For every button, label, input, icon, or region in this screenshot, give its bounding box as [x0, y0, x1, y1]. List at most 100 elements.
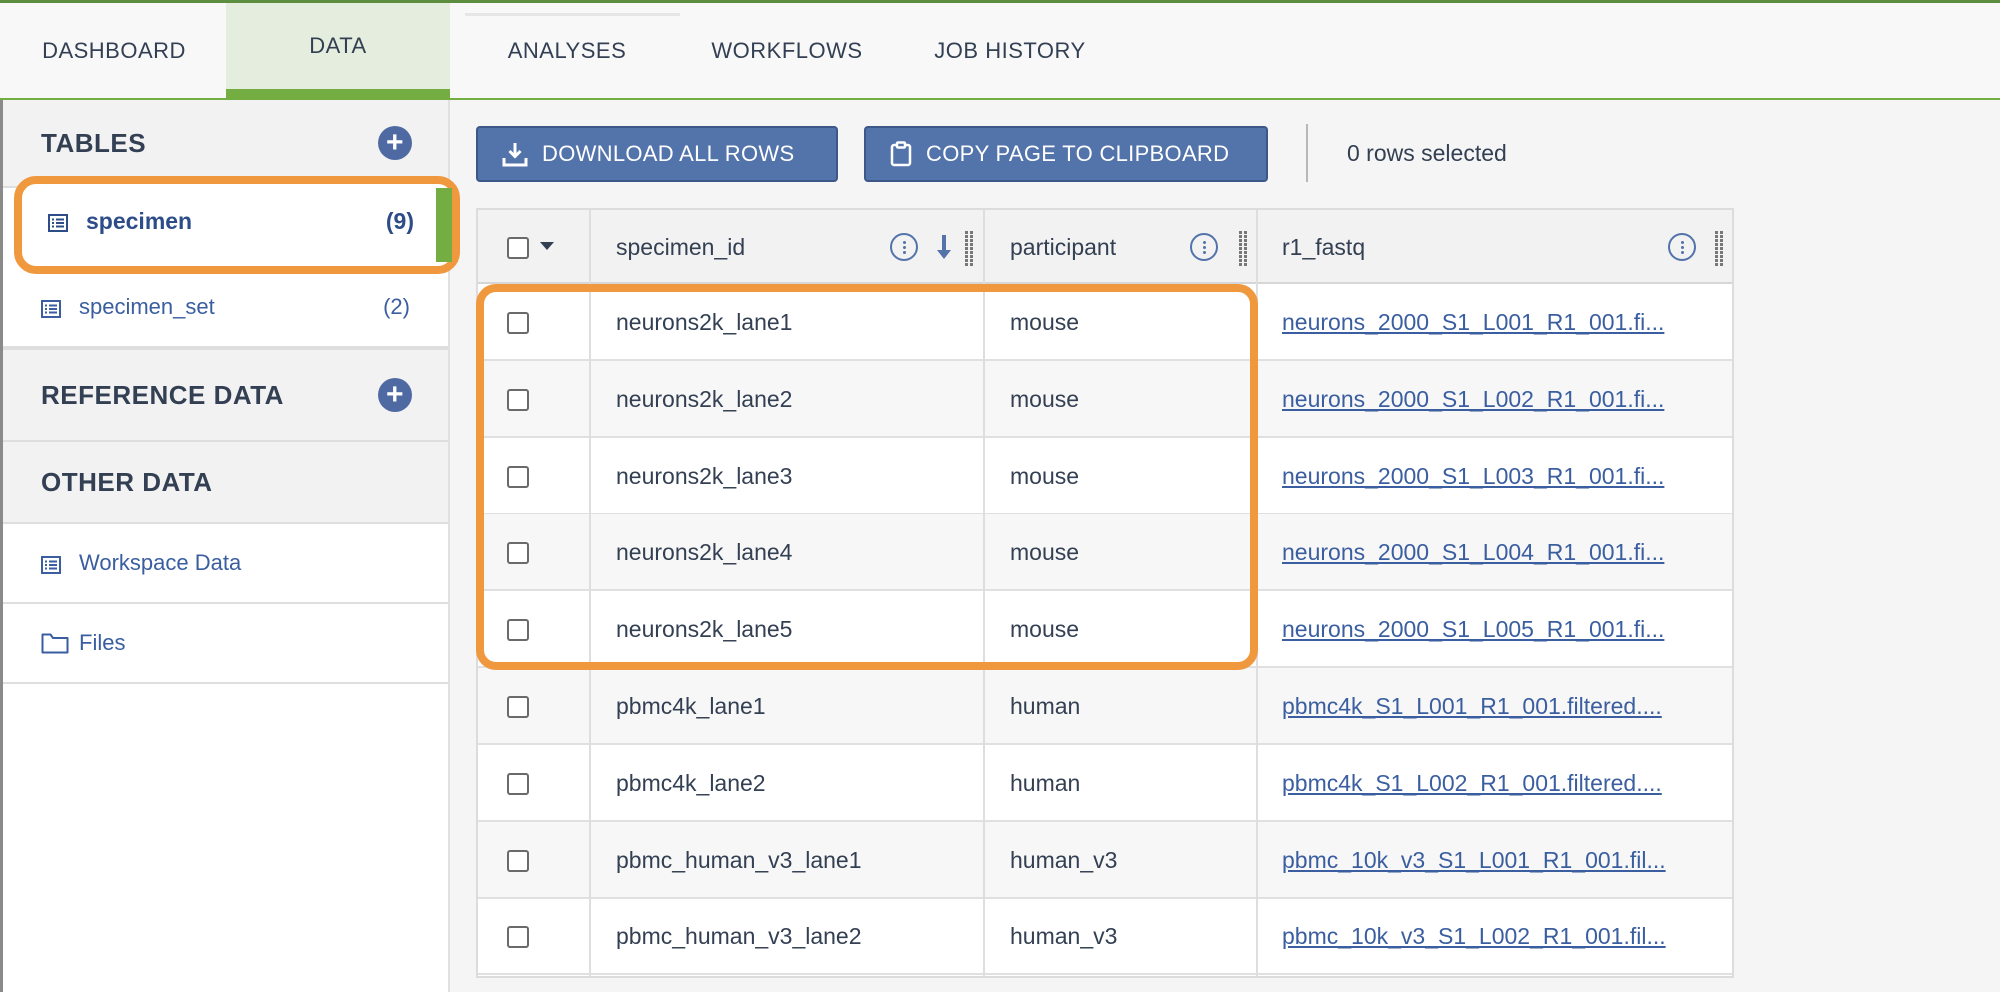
sidebar-item-workspace-data[interactable]: Workspace Data — [3, 524, 448, 604]
download-label: DOWNLOAD ALL ROWS — [542, 141, 795, 166]
table-icon — [41, 554, 61, 574]
row-checkbox[interactable] — [507, 850, 529, 872]
row-count: (9) — [385, 208, 414, 234]
download-all-rows-button[interactable]: DOWNLOAD ALL ROWS — [476, 126, 838, 182]
cell-specimen-id: neurons2k_lane5 — [616, 615, 793, 642]
row-checkbox[interactable] — [507, 619, 529, 641]
add-table-icon[interactable]: + — [378, 126, 412, 160]
tables-header-label: TABLES — [41, 127, 147, 158]
cell-participant: mouse — [1010, 385, 1080, 412]
copy-page-button[interactable]: COPY PAGE TO CLIPBOARD — [864, 126, 1268, 182]
cell-participant: mouse — [1010, 538, 1080, 565]
cell-r1-fastq-link[interactable]: pbmc4k_S1_L002_R1_001.filtered.... — [1282, 745, 1722, 821]
download-icon — [502, 143, 528, 167]
cell-participant: human — [1010, 769, 1081, 796]
row-checkbox[interactable] — [507, 773, 529, 795]
caret-down-icon[interactable] — [539, 241, 555, 251]
cell-specimen-id: neurons2k_lane4 — [616, 538, 793, 565]
row-checkbox[interactable] — [507, 466, 529, 488]
cell-r1-fastq-link[interactable]: neurons_2000_S1_L002_R1_001.fi... — [1282, 361, 1722, 437]
sidebar-item-specimen[interactable]: specimen (9) — [14, 176, 460, 274]
clipboard-icon — [890, 141, 912, 167]
column-header-r1-fastq[interactable]: r1_fastq — [1282, 210, 1365, 284]
cell-participant: mouse — [1010, 308, 1080, 335]
add-reference-icon[interactable]: + — [378, 378, 412, 412]
cell-specimen-id: pbmc4k_lane2 — [616, 769, 766, 796]
reference-data-label: REFERENCE DATA — [41, 379, 284, 410]
cell-specimen-id: neurons2k_lane3 — [616, 462, 793, 489]
column-header-label: specimen_id — [616, 233, 746, 260]
rows-selected-text: 0 rows selected — [1347, 140, 1507, 166]
cell-r1-fastq-link[interactable]: pbmc_10k_v3_S1_L002_R1_001.fil... — [1282, 898, 1722, 974]
column-header-label: participant — [1010, 233, 1117, 260]
sidebar-item-label: specimen — [86, 208, 193, 234]
table-row: pbmc_human_v3_lane2 human_v3 pbmc_10k_v3_S… — [478, 898, 1732, 975]
cell-participant: mouse — [1010, 615, 1080, 642]
tab-workflows[interactable]: WORKFLOWS — [692, 3, 882, 99]
cell-participant: human — [1010, 692, 1081, 719]
cell-r1-fastq-link[interactable]: neurons_2000_S1_L003_R1_001.fi... — [1282, 438, 1722, 514]
row-checkbox[interactable] — [507, 926, 529, 948]
other-data-label: OTHER DATA — [41, 466, 213, 497]
column-header-specimen-id[interactable]: specimen_id — [616, 210, 745, 284]
sidebar-item-specimen-set[interactable]: specimen_set (2) — [3, 268, 448, 348]
cell-r1-fastq-link[interactable]: pbmc_10k_v3_S1_L001_R1_001.fil... — [1282, 822, 1722, 898]
column-resize-handle[interactable] — [1714, 230, 1726, 268]
selected-indicator — [436, 188, 452, 262]
table-row: neurons2k_lane4 mouse neurons_2000_S1_L004… — [478, 514, 1732, 591]
cell-specimen-id: neurons2k_lane2 — [616, 385, 793, 412]
sidebar-item-label: Workspace Data — [79, 550, 242, 575]
row-checkbox[interactable] — [507, 389, 529, 411]
column-info-icon[interactable] — [890, 233, 918, 261]
column-header-label: r1_fastq — [1282, 233, 1366, 260]
cell-specimen-id: pbmc4k_lane1 — [616, 692, 766, 719]
copy-label: COPY PAGE TO CLIPBOARD — [926, 141, 1230, 166]
tab-analyses[interactable]: ANALYSES — [486, 3, 648, 99]
row-count: (2) — [383, 294, 410, 319]
sidebar-item-label: Files — [79, 630, 126, 655]
select-all-checkbox[interactable] — [507, 237, 529, 259]
reference-data-header: REFERENCE DATA + — [3, 348, 448, 442]
column-divider — [983, 210, 985, 976]
cell-r1-fastq-link[interactable]: neurons_2000_S1_L001_R1_001.fi... — [1282, 284, 1722, 360]
top-nav: DASHBOARD DATA ANALYSES WORKFLOWS JOB HI… — [0, 0, 2000, 100]
table-row: pbmc4k_lane2 human pbmc4k_S1_L002_R1_001.f… — [478, 745, 1732, 822]
table-icon — [41, 298, 61, 318]
other-data-header: OTHER DATA — [3, 442, 448, 524]
table-row: pbmc_human_v3_lane1 human_v3 pbmc_10k_v3_S… — [478, 822, 1732, 899]
column-info-icon[interactable] — [1668, 233, 1696, 261]
column-resize-handle[interactable] — [1238, 230, 1250, 268]
column-info-icon[interactable] — [1190, 233, 1218, 261]
row-checkbox[interactable] — [507, 312, 529, 334]
table-icon — [48, 214, 68, 237]
folder-icon — [41, 632, 69, 654]
cell-r1-fastq-link[interactable]: neurons_2000_S1_L005_R1_001.fi... — [1282, 591, 1722, 667]
cell-participant: human_v3 — [1010, 846, 1118, 873]
cell-specimen-id: pbmc_human_v3_lane2 — [616, 922, 862, 949]
cell-r1-fastq-link[interactable]: pbmc4k_S1_L001_R1_001.filtered.... — [1282, 668, 1722, 744]
sidebar-item-label: specimen_set — [79, 294, 215, 319]
table-row: neurons2k_lane3 mouse neurons_2000_S1_L003… — [478, 438, 1732, 515]
column-divider — [589, 210, 591, 976]
table-row: neurons2k_lane5 mouse neurons_2000_S1_L005… — [478, 591, 1732, 668]
tab-job-history[interactable]: JOB HISTORY — [922, 3, 1098, 99]
row-checkbox[interactable] — [507, 696, 529, 718]
toolbar-divider — [1306, 124, 1308, 182]
tables-header: TABLES + — [3, 100, 448, 188]
table-header: specimen_id participant r1_fastq — [478, 210, 1732, 284]
data-table: specimen_id participant r1_fastq neurons… — [476, 208, 1734, 978]
cell-r1-fastq-link[interactable]: neurons_2000_S1_L004_R1_001.fi... — [1282, 514, 1722, 590]
tab-data[interactable]: DATA — [226, 3, 450, 99]
table-row: pbmc4k_lane1 human pbmc4k_S1_L001_R1_001.f… — [478, 668, 1732, 745]
cell-specimen-id: neurons2k_lane1 — [616, 308, 793, 335]
column-header-participant[interactable]: participant — [1010, 210, 1116, 284]
tab-dashboard[interactable]: DASHBOARD — [0, 3, 228, 99]
cell-participant: human_v3 — [1010, 922, 1118, 949]
table-row: neurons2k_lane2 mouse neurons_2000_S1_L002… — [478, 361, 1732, 438]
sort-descending-icon[interactable] — [934, 232, 954, 262]
column-divider — [1256, 210, 1258, 976]
row-checkbox[interactable] — [507, 542, 529, 564]
column-resize-handle[interactable] — [964, 230, 976, 268]
cell-specimen-id: pbmc_human_v3_lane1 — [616, 846, 862, 873]
sidebar-item-files[interactable]: Files — [3, 604, 448, 684]
